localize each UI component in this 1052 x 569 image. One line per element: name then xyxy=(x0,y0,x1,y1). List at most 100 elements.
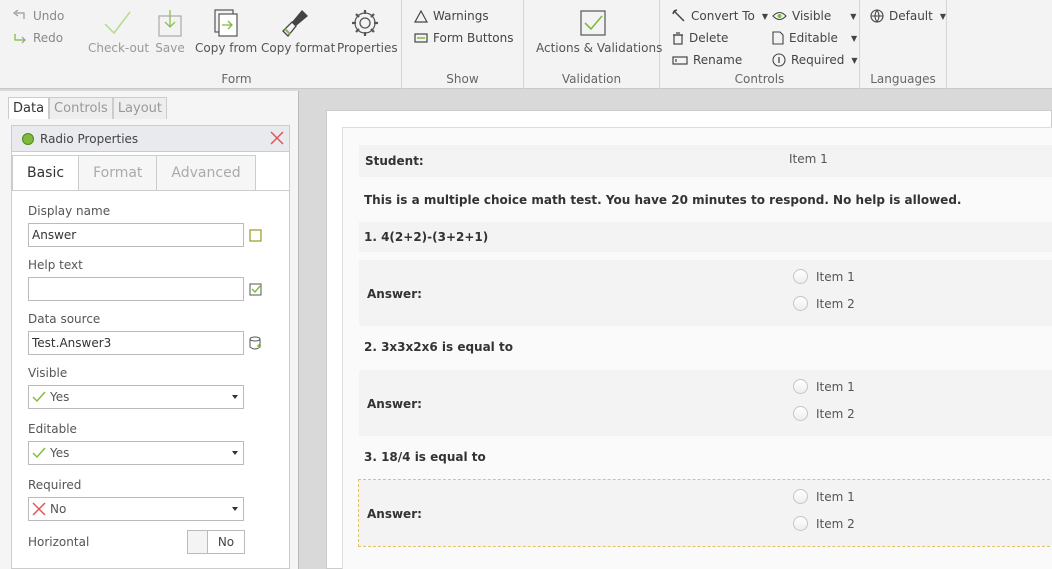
chevron-down-icon: ▼ xyxy=(850,11,857,21)
student-value[interactable]: Item 1 xyxy=(789,152,828,166)
answer-row: Answer: Item 1 Item 2 xyxy=(359,260,1052,326)
answer-label: Answer: xyxy=(367,287,422,301)
check-icon xyxy=(32,391,46,403)
horizontal-label: Horizontal xyxy=(28,535,90,549)
form-canvas: Student: Item 1 This is a multiple choic… xyxy=(326,110,1052,569)
horizontal-toggle[interactable]: No xyxy=(187,530,245,554)
required-button[interactable]: Required ▼ xyxy=(772,53,858,67)
check-icon xyxy=(32,447,46,459)
properties-title: Radio Properties xyxy=(40,131,139,146)
radio-option[interactable]: Item 2 xyxy=(793,296,855,311)
copy-from-icon xyxy=(214,9,238,37)
form-buttons-button[interactable]: Form Buttons xyxy=(414,31,514,45)
answer-label: Answer: xyxy=(367,397,422,411)
x-icon xyxy=(32,502,46,516)
data-source-input[interactable] xyxy=(28,331,244,355)
convert-to-button[interactable]: Convert To ▼ xyxy=(672,9,768,23)
question-text: 1. 4(2+2)-(3+2+1) xyxy=(364,230,489,244)
required-field-label: Required xyxy=(28,478,82,492)
wrench-icon xyxy=(672,9,685,22)
copy-from-label: Copy from xyxy=(195,41,258,55)
warnings-button[interactable]: Warnings xyxy=(414,9,489,23)
copy-format-button[interactable]: Copy format xyxy=(261,8,335,55)
required-select-value: No xyxy=(50,502,67,516)
undo-icon xyxy=(13,10,25,19)
actions-validations-label: Actions & Validations xyxy=(536,41,663,55)
delete-button[interactable]: Delete xyxy=(672,31,728,45)
checkbox-checked-icon[interactable] xyxy=(249,283,262,296)
answer-row-selected[interactable]: Answer: Item 1 Item 2 xyxy=(358,479,1052,547)
toggle-knob xyxy=(188,531,208,553)
dropdown-arrow-icon xyxy=(232,395,238,399)
radio-circle xyxy=(793,516,808,531)
editable-select-value: Yes xyxy=(50,446,70,460)
copy-from-button[interactable]: Copy from xyxy=(195,8,257,55)
editable-button[interactable]: Editable ▼ xyxy=(772,31,857,45)
intro-text: This is a multiple choice math test. You… xyxy=(364,193,962,207)
radio-option[interactable]: Item 1 xyxy=(793,269,855,284)
save-button[interactable]: Save xyxy=(154,8,186,55)
show-group-label: Show xyxy=(446,72,479,86)
visible-field-label: Visible xyxy=(28,366,68,380)
rename-icon xyxy=(672,55,688,65)
tab-data[interactable]: Data xyxy=(8,97,50,119)
tab-advanced[interactable]: Advanced xyxy=(156,155,256,190)
question-text: 3. 18/4 is equal to xyxy=(364,450,486,464)
globe-icon xyxy=(870,9,884,23)
language-dropdown[interactable]: Default ▼ xyxy=(870,9,946,23)
undo-button[interactable]: Undo xyxy=(12,9,64,23)
checkout-button[interactable]: Check-out xyxy=(88,8,149,55)
show-group: Warnings Form Buttons Show xyxy=(402,0,524,89)
form-group: Check-out Save Copy from Copy format Pro… xyxy=(72,0,402,89)
delete-label: Delete xyxy=(689,31,729,45)
radio-option[interactable]: Item 2 xyxy=(793,406,855,421)
tab-controls[interactable]: Controls xyxy=(49,97,113,119)
checkbox-check-icon xyxy=(580,10,606,36)
radio-circle xyxy=(793,489,808,504)
radio-option[interactable]: Item 1 xyxy=(793,379,855,394)
save-label: Save xyxy=(155,41,185,55)
question-row: 3. 18/4 is equal to xyxy=(359,442,1052,472)
help-text-input[interactable] xyxy=(28,277,244,301)
visible-select[interactable]: Yes xyxy=(28,385,244,409)
controls-group-label: Controls xyxy=(734,72,785,86)
required-select[interactable]: No xyxy=(28,497,244,521)
radio-option-label: Item 2 xyxy=(816,406,855,421)
editable-select[interactable]: Yes xyxy=(28,441,244,465)
checkbox-icon[interactable] xyxy=(249,229,262,242)
answer-label: Answer: xyxy=(367,507,422,521)
tab-format[interactable]: Format xyxy=(78,155,158,190)
radio-properties-panel: Radio Properties Basic Format Advanced D… xyxy=(11,125,290,569)
visible-button[interactable]: Visible ▼ xyxy=(772,9,856,23)
student-row[interactable]: Student: Item 1 xyxy=(359,145,1052,177)
validation-group: Actions & Validations Validation xyxy=(524,0,662,89)
horizontal-toggle-value: No xyxy=(217,535,235,549)
properties-header: Radio Properties xyxy=(12,126,289,152)
controls-group: Convert To ▼ Delete Rename Visible ▼ Edita… xyxy=(660,0,860,89)
radio-option[interactable]: Item 2 xyxy=(793,516,855,531)
languages-group: Default ▼ Languages xyxy=(860,0,947,89)
redo-button[interactable]: Redo xyxy=(12,31,63,45)
warnings-label: Warnings xyxy=(433,9,489,23)
close-icon[interactable] xyxy=(269,130,285,146)
actions-validations-button[interactable]: Actions & Validations xyxy=(536,8,662,55)
tab-layout[interactable]: Layout xyxy=(112,97,168,119)
tab-basic[interactable]: Basic xyxy=(12,155,80,190)
convert-to-label: Convert To xyxy=(691,9,755,23)
student-label: Student: xyxy=(365,154,424,168)
info-circle-icon xyxy=(772,53,786,67)
warning-icon xyxy=(414,9,428,23)
rename-button[interactable]: Rename xyxy=(672,53,742,67)
display-name-input[interactable] xyxy=(28,223,244,247)
intro-row: This is a multiple choice math test. You… xyxy=(359,183,1052,217)
left-panel: Data Controls Layout Radio Properties Ba… xyxy=(0,91,299,569)
data-source-label: Data source xyxy=(28,312,101,326)
properties-button[interactable]: Properties xyxy=(337,8,398,55)
question-text: 2. 3x3x2x6 is equal to xyxy=(364,340,513,354)
radio-circle xyxy=(793,296,808,311)
radio-option[interactable]: Item 1 xyxy=(793,489,855,504)
database-icon[interactable] xyxy=(249,336,262,351)
undo-label: Undo xyxy=(33,9,65,23)
radio-circle xyxy=(793,269,808,284)
radio-circle xyxy=(793,379,808,394)
